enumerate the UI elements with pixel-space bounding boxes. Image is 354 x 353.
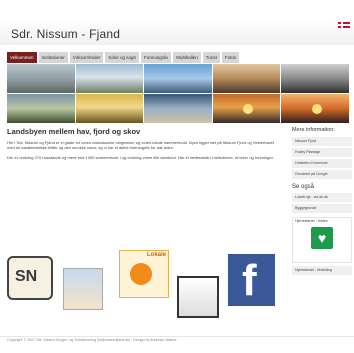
sidebar-link[interactable]: Nissum Fjord [292, 137, 352, 146]
nav-item-multihallen[interactable]: Multihallen [173, 52, 201, 63]
lokale-label: Lokale [146, 252, 166, 258]
square-logo[interactable] [177, 276, 219, 318]
banner-photo [7, 64, 75, 93]
facebook-logo[interactable]: f [228, 254, 275, 306]
sidebar-box[interactable]: Byggegrunde [292, 204, 352, 213]
banner-photo [7, 94, 75, 123]
nav-item-foreningsliv[interactable]: Foreningsliv [141, 52, 172, 63]
site-title[interactable]: Sdr. Nissum - Fjand [11, 27, 120, 41]
sidebar-link[interactable]: Holstebro Kommune [292, 159, 352, 168]
intro-paragraph: Her i Sdr. Nissum og Fjand er vi glade f… [7, 140, 275, 150]
page-headline: Landsbyen mellem hav, fjord og skov [7, 127, 141, 136]
banner-photo [212, 64, 281, 93]
nav-item-kirke-og-sogn[interactable]: Kirke og sogn [105, 52, 139, 63]
nav-item-velkommen[interactable]: Velkommen [7, 52, 37, 63]
defibrillator-label: Hjertestarter - findes [295, 219, 328, 223]
banner-photo [281, 64, 349, 93]
sun-icon [311, 104, 322, 115]
sidebar-link[interactable]: Husby Plantage [292, 148, 352, 157]
nav-item-turist[interactable]: Turist [202, 52, 220, 63]
sidebar-title: Mere information: [292, 127, 335, 133]
page: Sdr. Nissum - Fjand Velkommen Institutio… [0, 0, 354, 353]
sidebar-link[interactable]: Omrdetet på Google [292, 170, 352, 179]
sun-icon [243, 104, 254, 115]
newsletter-link[interactable]: Nyhedsmail - tilmelding [292, 266, 352, 275]
logo-strip: SN Lokale f [7, 238, 285, 318]
danish-flag-icon[interactable] [338, 22, 350, 28]
defibrillator-icon: ♥ [311, 227, 333, 249]
sn-logo-text: SN [15, 268, 38, 285]
footer-divider [0, 336, 354, 337]
banner-photo [75, 64, 144, 93]
sn-logo[interactable]: SN [7, 256, 53, 300]
defibrillator-box[interactable]: Hjertestarter - findes ♥ [292, 217, 352, 263]
main-content: Landsbyen mellem hav, fjord og skov Her … [7, 127, 282, 160]
nav-item-institutioner[interactable]: Institutioner [38, 52, 68, 63]
photo-banner [7, 64, 349, 123]
facebook-icon: f [242, 256, 257, 305]
lokale-logo[interactable]: Lokale [119, 250, 169, 298]
footer-copyright: Copyright © 2007 Sdr. Nissum Borger- og … [7, 338, 177, 342]
banner-photo [75, 94, 144, 123]
nav-item-virksomheder[interactable]: Virksomheder [69, 52, 104, 63]
puzzle-logo[interactable] [63, 268, 103, 310]
sidebar: Mere information: Nissum Fjord Husby Pla… [292, 127, 352, 275]
see-also-link[interactable]: Lokalt nyt - via dn.dk [292, 193, 352, 202]
banner-photo [212, 94, 281, 123]
header: Sdr. Nissum - Fjand [0, 0, 354, 48]
banner-photo [281, 94, 349, 123]
nav-item-fotos[interactable]: Fotos [221, 52, 240, 63]
banner-photo [144, 64, 212, 93]
info-paragraph: Der er omkring 270 husstande og mere end… [7, 155, 274, 160]
rss-icon [130, 263, 152, 285]
main-nav: Velkommen Institutioner Virksomheder Kir… [7, 52, 349, 63]
banner-photo [144, 94, 212, 123]
see-also-title: Se også [292, 184, 315, 190]
